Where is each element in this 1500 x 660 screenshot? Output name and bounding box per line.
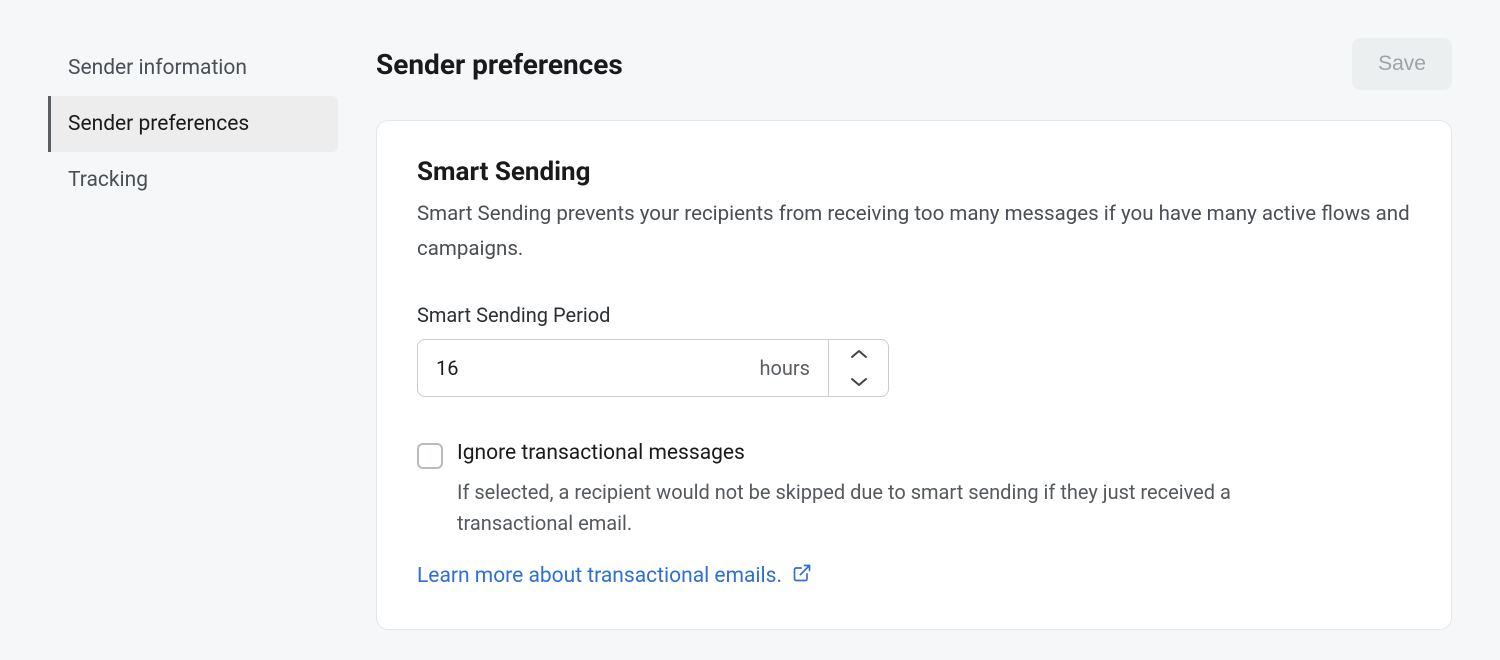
ignore-transactional-checkbox[interactable] [417, 443, 443, 469]
ignore-transactional-label: Ignore transactional messages [457, 441, 745, 465]
external-link-icon [792, 563, 812, 589]
card-description: Smart Sending prevents your recipients f… [417, 197, 1411, 267]
header-row: Sender preferences Save [376, 30, 1452, 90]
chevron-down-icon [850, 372, 868, 391]
sidebar-item-label: Tracking [68, 168, 148, 192]
learn-more-link-text: Learn more about transactional emails. [417, 564, 782, 588]
ignore-transactional-row: Ignore transactional messages [417, 441, 1411, 469]
sidebar-item-tracking[interactable]: Tracking [48, 152, 338, 208]
period-label: Smart Sending Period [417, 303, 1411, 327]
period-unit: hours [759, 356, 810, 380]
period-stepper-controls [829, 339, 889, 397]
chevron-up-icon [850, 344, 868, 363]
ignore-transactional-help: If selected, a recipient would not be sk… [457, 477, 1337, 539]
period-stepper: 16 hours [417, 339, 889, 397]
sidebar: Sender information Sender preferences Tr… [48, 30, 338, 630]
main-content: Sender preferences Save Smart Sending Sm… [376, 30, 1452, 630]
stepper-down-button[interactable] [829, 368, 888, 396]
sidebar-item-label: Sender preferences [68, 112, 249, 136]
period-value: 16 [436, 356, 458, 380]
page-title: Sender preferences [376, 48, 623, 81]
sidebar-item-label: Sender information [68, 56, 247, 80]
sidebar-item-sender-information[interactable]: Sender information [48, 40, 338, 96]
sidebar-item-sender-preferences[interactable]: Sender preferences [48, 96, 338, 152]
learn-more-link[interactable]: Learn more about transactional emails. [417, 563, 812, 589]
smart-sending-card: Smart Sending Smart Sending prevents you… [376, 120, 1452, 630]
stepper-up-button[interactable] [829, 340, 888, 368]
card-title: Smart Sending [417, 157, 1411, 187]
period-input[interactable]: 16 hours [417, 339, 829, 397]
save-button[interactable]: Save [1352, 38, 1452, 90]
